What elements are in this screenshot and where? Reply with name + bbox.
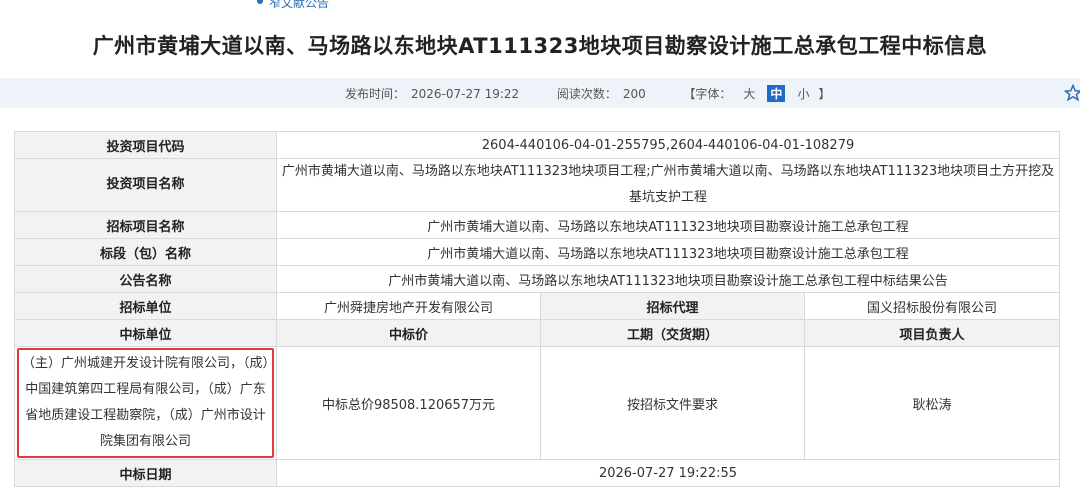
manager-label: 项目负责人 (804, 319, 1060, 347)
bid-info-table: 投资项目代码 2604-440106-04-01-255795,2604-440… (14, 131, 1060, 487)
table-row: （主）广州城建开发设计院有限公司，（成）中国建筑第四工程局有限公司，（成）广东省… (14, 346, 1060, 460)
period-value: 按招标文件要求 (540, 346, 805, 460)
publish-time: 2026-07-27 19:22 (411, 87, 520, 101)
favorite-star-icon[interactable] (1064, 84, 1080, 102)
notice-value: 广州市黄埔大道以南、马场路以东地块AT111323地块项目勘察设计施工总承包工程… (276, 265, 1060, 293)
table-row: 中标日期 2026-07-27 19:22:55 (14, 459, 1060, 487)
manager-value: 耿松涛 (804, 346, 1060, 460)
font-size-open: 【字体： (683, 87, 732, 101)
agent-value: 国义招标股份有限公司 (804, 292, 1060, 320)
bid-project-label: 招标项目名称 (14, 211, 277, 239)
invest-name-label: 投资项目名称 (14, 158, 277, 212)
location-pin-icon (257, 0, 263, 4)
font-size-close: 】 (818, 87, 831, 101)
table-row: 投资项目名称 广州市黄埔大道以南、马场路以东地块AT111323地块项目工程;广… (14, 158, 1060, 212)
meta-bar: 发布时间： 2026-07-27 19:22 阅读次数： 200 【字体： 大中小】 (0, 78, 1080, 108)
breadcrumb-label[interactable]: 窄文献公告 (269, 0, 329, 10)
publish-time-label: 发布时间： (345, 87, 406, 101)
notice-label: 公告名称 (14, 265, 277, 293)
tenderer-value: 广州舜捷房地产开发有限公司 (276, 292, 541, 320)
date-label: 中标日期 (14, 459, 277, 487)
breadcrumb[interactable]: 窄文献公告 (255, 0, 329, 11)
period-label: 工期（交货期） (540, 319, 805, 347)
invest-code-label: 投资项目代码 (14, 131, 277, 159)
winner-cell: （主）广州城建开发设计院有限公司，（成）中国建筑第四工程局有限公司，（成）广东省… (14, 346, 277, 460)
price-label: 中标价 (276, 319, 541, 347)
invest-code-value: 2604-440106-04-01-255795,2604-440106-04-… (276, 131, 1060, 159)
table-row: 招标项目名称 广州市黄埔大道以南、马场路以东地块AT111323地块项目勘察设计… (14, 211, 1060, 239)
table-row: 公告名称 广州市黄埔大道以南、马场路以东地块AT111323地块项目勘察设计施工… (14, 265, 1060, 293)
bid-project-value: 广州市黄埔大道以南、马场路以东地块AT111323地块项目勘察设计施工总承包工程 (276, 211, 1060, 239)
invest-name-value: 广州市黄埔大道以南、马场路以东地块AT111323地块项目工程;广州市黄埔大道以… (276, 158, 1060, 212)
table-row: 标段（包）名称 广州市黄埔大道以南、马场路以东地块AT111323地块项目勘察设… (14, 238, 1060, 266)
font-size-small-button[interactable]: 小 (794, 85, 812, 102)
price-value: 中标总价98508.120657万元 (276, 346, 541, 460)
agent-label: 招标代理 (540, 292, 805, 320)
section-label: 标段（包）名称 (14, 238, 277, 266)
table-row: 中标单位 中标价 工期（交货期） 项目负责人 (14, 319, 1060, 347)
winner-value: （主）广州城建开发设计院有限公司，（成）中国建筑第四工程局有限公司，（成）广东省… (17, 348, 274, 458)
winner-label: 中标单位 (14, 319, 277, 347)
date-value: 2026-07-27 19:22:55 (276, 459, 1060, 487)
font-size-large-button[interactable]: 大 (740, 85, 758, 102)
table-row: 招标单位 广州舜捷房地产开发有限公司 招标代理 国义招标股份有限公司 (14, 292, 1060, 320)
section-value: 广州市黄埔大道以南、马场路以东地块AT111323地块项目勘察设计施工总承包工程 (276, 238, 1060, 266)
table-row: 投资项目代码 2604-440106-04-01-255795,2604-440… (14, 131, 1060, 159)
views-label: 阅读次数： (556, 87, 617, 101)
page-title: 广州市黄埔大道以南、马场路以东地块AT111323地块项目勘察设计施工总承包工程… (92, 34, 988, 58)
tenderer-label: 招标单位 (14, 292, 277, 320)
views-count: 200 (622, 87, 646, 101)
font-size-medium-button[interactable]: 中 (767, 85, 786, 102)
